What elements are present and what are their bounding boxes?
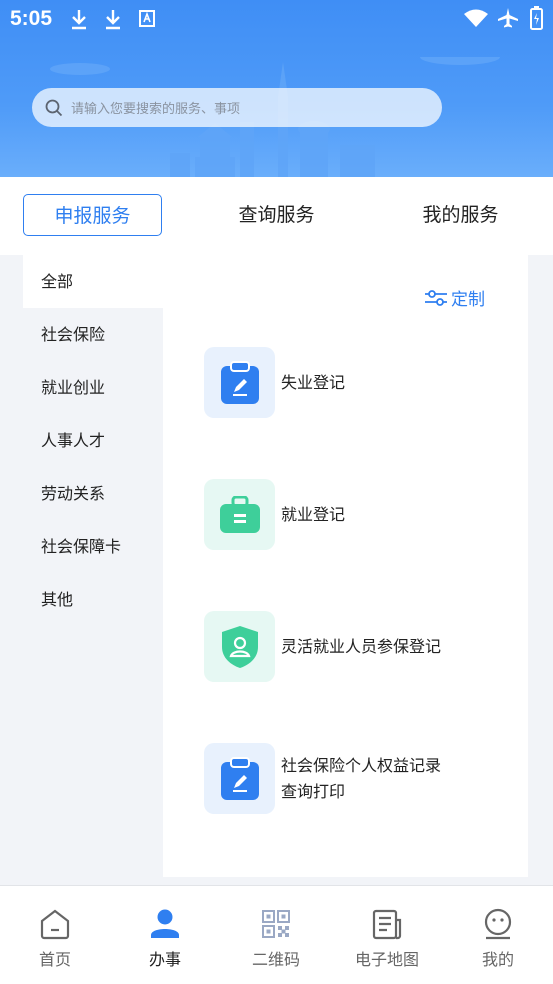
nav-qrcode[interactable]: 二维码 <box>221 886 331 984</box>
clipboard-edit-icon <box>220 360 259 404</box>
service-icon-wrap <box>204 611 275 682</box>
service-label: 失业登记 <box>281 372 346 392</box>
category-item-social-insurance[interactable]: 社会保险 <box>23 308 163 361</box>
service-icon-wrap <box>204 743 275 814</box>
service-item-social-insurance-record-print[interactable]: 社会保险个人权益记录查询打印 <box>204 743 453 814</box>
category-item-personnel[interactable]: 人事人才 <box>23 414 163 467</box>
wifi-icon <box>464 9 488 27</box>
person-icon <box>151 909 179 938</box>
tab-my-service[interactable]: 我的服务 <box>391 194 530 236</box>
service-item-flexible-employment-insurance[interactable]: 灵活就业人员参保登记 <box>204 611 461 682</box>
translate-icon <box>139 10 155 27</box>
service-item-unemployment-registration[interactable]: 失业登记 <box>204 347 461 418</box>
service-label: 灵活就业人员参保登记 <box>281 636 442 656</box>
status-bar: 5:05 <box>0 0 553 38</box>
service-label: 社会保险个人权益记录查询打印 <box>281 755 442 801</box>
sliders-icon <box>425 289 447 306</box>
nav-label: 二维码 <box>251 950 300 969</box>
download-icon <box>106 10 120 30</box>
nav-home[interactable]: 首页 <box>0 886 110 984</box>
search-bar[interactable]: 请输入您要搜索的服务、事项 <box>32 88 442 127</box>
service-list-panel: 定制 失业登记 就业登记 灵活就业人员参保登记 社会保险个人权益记录查询打印 <box>163 255 528 877</box>
shield-user-icon <box>221 625 258 668</box>
category-item-employment[interactable]: 就业创业 <box>23 361 163 414</box>
home-icon <box>40 909 70 940</box>
service-tabs: 申报服务 查询服务 我的服务 <box>0 177 553 255</box>
status-time: 5:05 <box>10 7 53 30</box>
nav-services[interactable]: 办事 <box>110 886 220 984</box>
category-list: 全部 社会保险 就业创业 人事人才 劳动关系 社会保障卡 其他 <box>23 255 163 626</box>
battery-icon <box>530 6 543 30</box>
airplane-icon <box>498 8 518 28</box>
nav-map[interactable]: 电子地图 <box>332 886 442 984</box>
tab-query-service[interactable]: 查询服务 <box>207 194 346 236</box>
category-item-labor-relations[interactable]: 劳动关系 <box>23 467 163 520</box>
briefcase-icon <box>219 495 260 533</box>
service-label: 就业登记 <box>281 504 346 524</box>
download-icon <box>72 10 86 30</box>
smiley-icon <box>484 908 512 940</box>
nav-mine[interactable]: 我的 <box>443 886 553 984</box>
clipboard-edit-icon <box>220 756 259 800</box>
nav-label: 办事 <box>148 950 181 969</box>
category-item-social-security-card[interactable]: 社会保障卡 <box>23 520 163 573</box>
service-item-employment-registration[interactable]: 就业登记 <box>204 479 461 550</box>
map-doc-icon <box>372 909 402 940</box>
search-placeholder: 请输入您要搜索的服务、事项 <box>71 102 241 117</box>
nav-label: 我的 <box>481 950 514 969</box>
category-item-other[interactable]: 其他 <box>23 573 163 626</box>
customize-button[interactable]: 定制 <box>424 285 485 310</box>
qrcode-icon <box>262 910 290 938</box>
category-item-all[interactable]: 全部 <box>23 255 163 308</box>
service-icon-wrap <box>204 347 275 418</box>
tab-declare-service[interactable]: 申报服务 <box>23 194 162 236</box>
nav-label: 电子地图 <box>354 950 419 969</box>
header-banner: 5:05 请输入您要搜索的服务、事项 <box>0 0 553 177</box>
service-icon-wrap <box>204 479 275 550</box>
search-icon <box>45 99 63 116</box>
customize-label: 定制 <box>451 290 485 310</box>
bottom-navigation: 首页 办事 二维码 电子地图 我的 <box>0 885 553 984</box>
nav-label: 首页 <box>38 950 71 969</box>
